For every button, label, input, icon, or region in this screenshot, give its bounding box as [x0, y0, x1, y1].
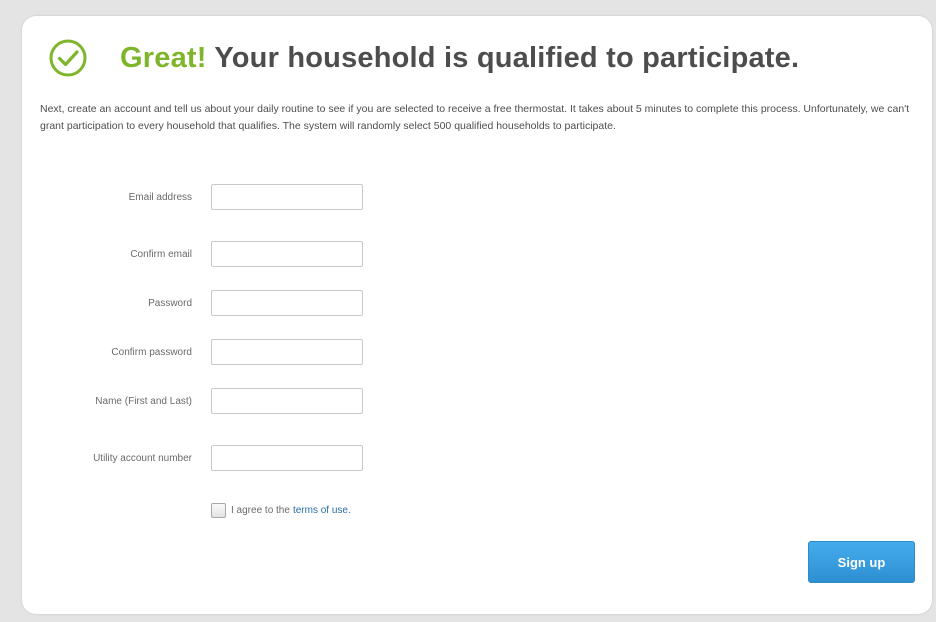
- checkmark-circle-icon: [48, 38, 88, 78]
- email-row: Email address: [22, 184, 422, 212]
- confirm-password-field[interactable]: [211, 339, 363, 365]
- confirm-email-label: Confirm email: [130, 249, 192, 260]
- utility-account-field[interactable]: [211, 445, 363, 471]
- password-label: Password: [148, 298, 192, 309]
- name-row: Name (First and Last): [22, 388, 422, 416]
- name-field[interactable]: [211, 388, 363, 414]
- password-field[interactable]: [211, 290, 363, 316]
- page-header: Great! Your household is qualified to pa…: [48, 38, 799, 78]
- password-row: Password: [22, 290, 422, 318]
- utility-account-row: Utility account number: [22, 445, 422, 473]
- confirm-password-row: Confirm password: [22, 339, 422, 367]
- confirm-email-row: Confirm email: [22, 241, 422, 269]
- confirm-email-field[interactable]: [211, 241, 363, 267]
- email-label: Email address: [128, 192, 192, 203]
- email-field[interactable]: [211, 184, 363, 210]
- sign-up-button[interactable]: Sign up: [808, 541, 915, 583]
- page-title: Great! Your household is qualified to pa…: [120, 42, 799, 75]
- agree-text: I agree to the: [231, 505, 290, 516]
- name-label: Name (First and Last): [95, 396, 192, 407]
- title-accent: Great!: [120, 41, 207, 74]
- intro-text: Next, create an account and tell us abou…: [40, 103, 910, 132]
- terms-of-use-link[interactable]: terms of use.: [293, 505, 351, 516]
- utility-account-label: Utility account number: [93, 453, 192, 464]
- signup-card: Great! Your household is qualified to pa…: [22, 16, 932, 614]
- confirm-password-label: Confirm password: [111, 347, 192, 358]
- title-text: Your household is qualified to participa…: [214, 41, 800, 74]
- terms-checkbox[interactable]: [211, 503, 226, 518]
- terms-agreement: I agree to the terms of use.: [211, 503, 351, 518]
